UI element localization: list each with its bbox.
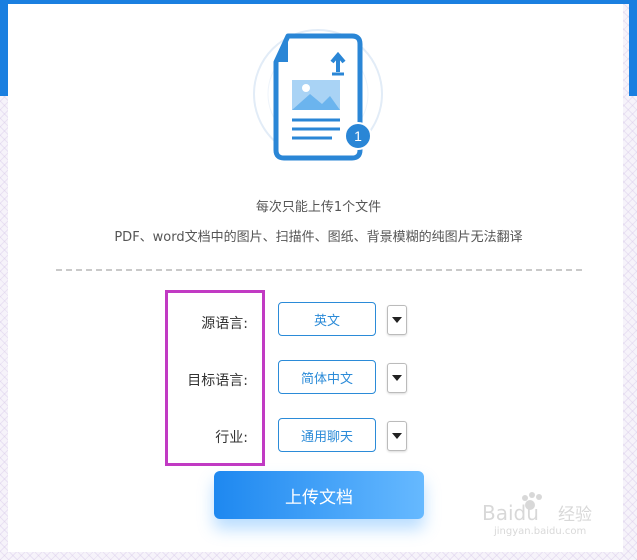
target-language-dropdown-button[interactable] (387, 363, 407, 393)
upload-document-button[interactable]: 上传文档 (214, 471, 424, 519)
target-language-select[interactable]: 简体中文 (278, 360, 376, 394)
left-accent-bar (0, 0, 8, 96)
svg-text:jingyan.baidu.com: jingyan.baidu.com (493, 526, 586, 537)
chevron-down-icon (392, 375, 402, 381)
upload-limit-text: 每次只能上传1个文件 (255, 200, 382, 215)
source-language-label: 源语言: (201, 316, 248, 332)
chevron-down-icon (392, 317, 402, 323)
source-language-dropdown-button[interactable] (387, 305, 407, 335)
unsupported-formats-text: PDF、word文档中的图片、扫描件、图纸、背景模糊的纯图片无法翻译 (114, 230, 523, 245)
svg-text:经验: 经验 (558, 505, 592, 525)
source-language-select[interactable]: 英文 (278, 302, 376, 336)
industry-label: 行业: (215, 430, 248, 446)
document-upload-icon[interactable]: 1 (248, 22, 388, 172)
svg-text:Baidu: Baidu (482, 501, 539, 525)
dashed-divider (56, 269, 582, 271)
file-count-badge: 1 (354, 128, 362, 144)
baidu-jingyan-watermark: Baidu 经验 jingyan.baidu.com (482, 492, 592, 537)
industry-dropdown-button[interactable] (387, 421, 407, 451)
industry-select[interactable]: 通用聊天 (278, 418, 376, 452)
right-accent-bar (629, 0, 637, 96)
target-language-label: 目标语言: (187, 373, 248, 389)
chevron-down-icon (392, 433, 402, 439)
